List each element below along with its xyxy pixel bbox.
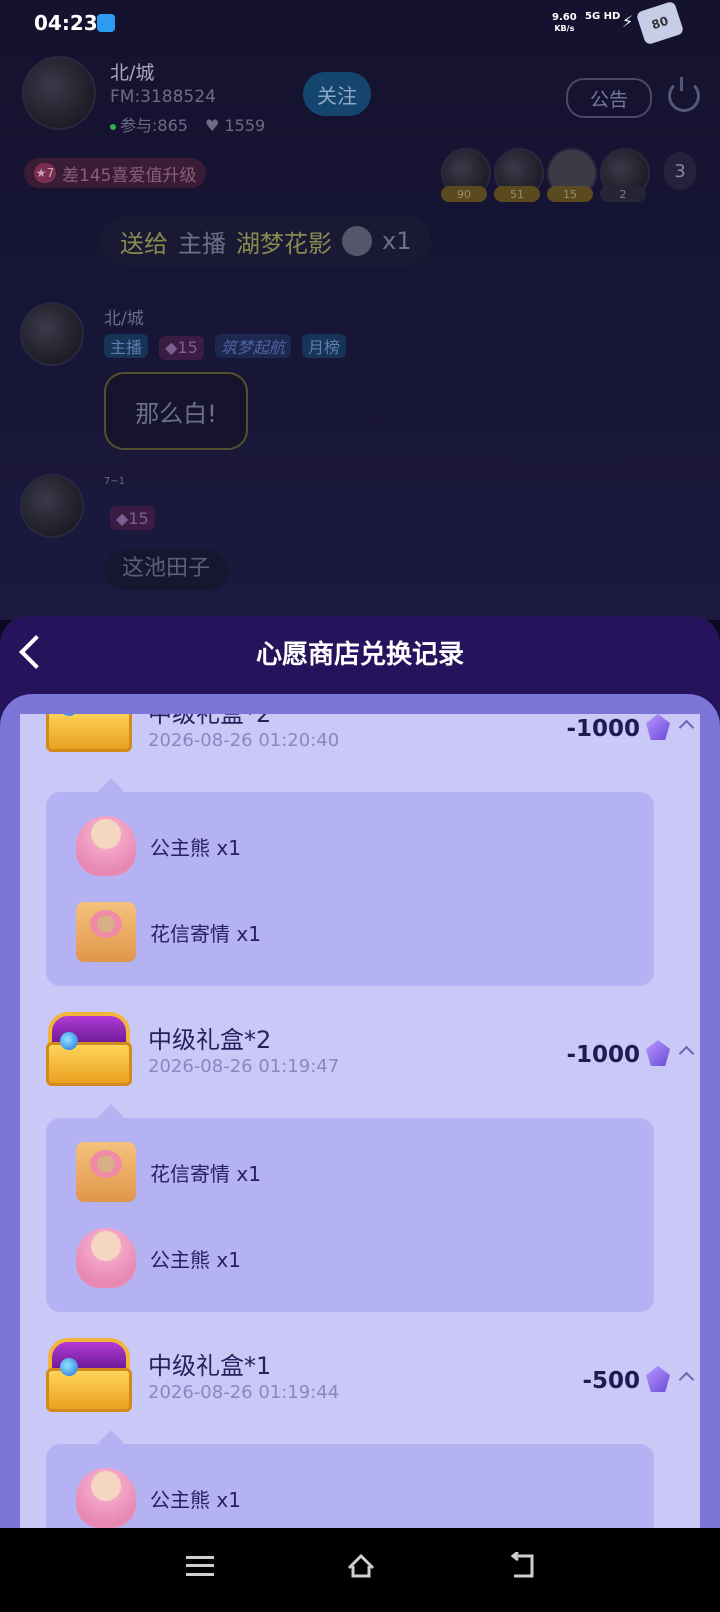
gift-box-icon	[46, 1336, 132, 1414]
record-items: 公主熊 x1 花信寄情 x1	[46, 792, 654, 986]
crystal-icon	[646, 714, 670, 740]
status-bar: 04:23 9.60 KB/s 5G HD ⚡ 80	[0, 0, 720, 46]
record-date: 2026-08-26 01:20:40	[148, 730, 340, 751]
gift-message: 送给 主播 湖梦花影 x1	[100, 216, 432, 266]
viewer-avatar[interactable]: 2	[600, 148, 650, 202]
live-room-background: 04:23 9.60 KB/s 5G HD ⚡ 80 北/城 FM:318852…	[0, 0, 720, 620]
record-items: 花信寄情 x1 公主熊 x1	[46, 1118, 654, 1312]
record-title: 中级礼盒*2	[148, 1026, 272, 1054]
viewer-avatar[interactable]: 15	[547, 148, 597, 202]
flower-letter-icon	[76, 1142, 136, 1202]
home-icon[interactable]	[346, 1552, 376, 1580]
host-avatar[interactable]	[22, 56, 96, 130]
list-item: 花信寄情 x1	[46, 1128, 654, 1214]
chat-avatar[interactable]	[20, 302, 84, 366]
princess-bear-icon	[76, 816, 136, 876]
list-item: 公主熊 x1	[46, 1214, 654, 1300]
record-amount: -500	[582, 1368, 640, 1394]
back-nav-icon[interactable]	[508, 1550, 538, 1580]
record-amount: -1000	[566, 1042, 640, 1068]
chevron-up-icon[interactable]	[678, 1371, 695, 1388]
list-item: 花信寄情 x1	[46, 888, 654, 974]
record-title: 中级礼盒*2	[148, 714, 272, 728]
item-label: 公主熊 x1	[150, 1248, 241, 1272]
online-dot	[110, 123, 116, 130]
flower-letter-icon	[76, 902, 136, 962]
viewer-avatar[interactable]: 51	[494, 148, 544, 202]
chat-avatar[interactable]	[20, 474, 84, 538]
love-level-badge[interactable]: ★ 7 差145喜爱值升级	[24, 158, 207, 188]
record-title: 中级礼盒*1	[148, 1352, 272, 1380]
item-label: 花信寄情 x1	[150, 922, 261, 946]
battery-icon: 80	[635, 0, 685, 46]
chat-bubble: 这池田子	[104, 550, 229, 590]
follow-button[interactable]: 关注	[303, 72, 371, 116]
record-amount: -1000	[566, 716, 640, 742]
viewer-count[interactable]: 3	[664, 152, 696, 190]
chat-username: 北/城	[104, 309, 144, 329]
chevron-up-icon[interactable]	[678, 1045, 695, 1062]
princess-bear-icon	[76, 1228, 136, 1288]
crystal-icon	[646, 1040, 670, 1066]
status-time: 04:23	[34, 11, 98, 35]
chat-bubble: 那么白!	[104, 372, 248, 450]
item-label: 公主熊 x1	[150, 1488, 241, 1512]
chat-user-tags: 主播 ◆ 15 筑梦起航 月榜	[104, 334, 352, 360]
host-tag: 主播	[104, 334, 149, 358]
record-date: 2026-08-26 01:19:44	[148, 1382, 340, 1403]
rank-tag: 月榜	[301, 334, 346, 358]
charging-icon: ⚡	[622, 12, 634, 31]
viewer-avatar[interactable]: 90	[441, 148, 491, 202]
notification-app-icon	[97, 14, 115, 32]
list-item: 公主熊 x1	[46, 1454, 654, 1528]
chevron-up-icon[interactable]	[678, 719, 695, 736]
chat-user-tags: ◆ 15	[110, 506, 161, 530]
level-tag: ◆ 15	[159, 335, 204, 360]
host-fm-id: FM:3188524	[110, 87, 216, 107]
level-tag: ◆ 15	[110, 506, 155, 530]
love-level-text: 差145喜爱值升级	[62, 165, 197, 186]
fleet-tag: 筑梦起航	[214, 334, 291, 358]
network-type: 5G HD	[585, 11, 621, 22]
record-date: 2026-08-26 01:19:47	[148, 1056, 340, 1077]
network-speed: 9.60 KB/s	[552, 12, 577, 33]
notice-button[interactable]: 公告	[566, 78, 652, 118]
record-list[interactable]: 中级礼盒*2 2026-08-26 01:20:40 -1000 公主熊 x1 …	[20, 714, 700, 1528]
likes-count: 1559	[224, 116, 266, 135]
menu-icon[interactable]	[186, 1556, 214, 1576]
crystal-icon	[646, 1366, 670, 1392]
sheet-title: 心愿商店兑换记录	[255, 640, 464, 670]
item-label: 花信寄情 x1	[150, 1162, 261, 1186]
item-label: 公主熊 x1	[150, 836, 241, 860]
record-items: 公主熊 x1	[46, 1444, 654, 1528]
gift-box-icon	[46, 1010, 132, 1088]
gift-box-icon	[46, 714, 132, 754]
love-level-icon: ★ 7	[34, 163, 56, 183]
power-icon[interactable]	[668, 77, 700, 112]
host-name: 北/城	[110, 62, 155, 84]
heart-icon: ♥	[205, 116, 220, 135]
host-stats: 参与:865 ♥ 1559	[110, 112, 265, 136]
gift-icon	[342, 226, 372, 256]
participants-count: 参与:865	[120, 116, 188, 135]
list-item: 公主熊 x1	[46, 802, 654, 888]
princess-bear-icon	[76, 1468, 136, 1528]
chat-username: 7~1	[104, 476, 126, 487]
